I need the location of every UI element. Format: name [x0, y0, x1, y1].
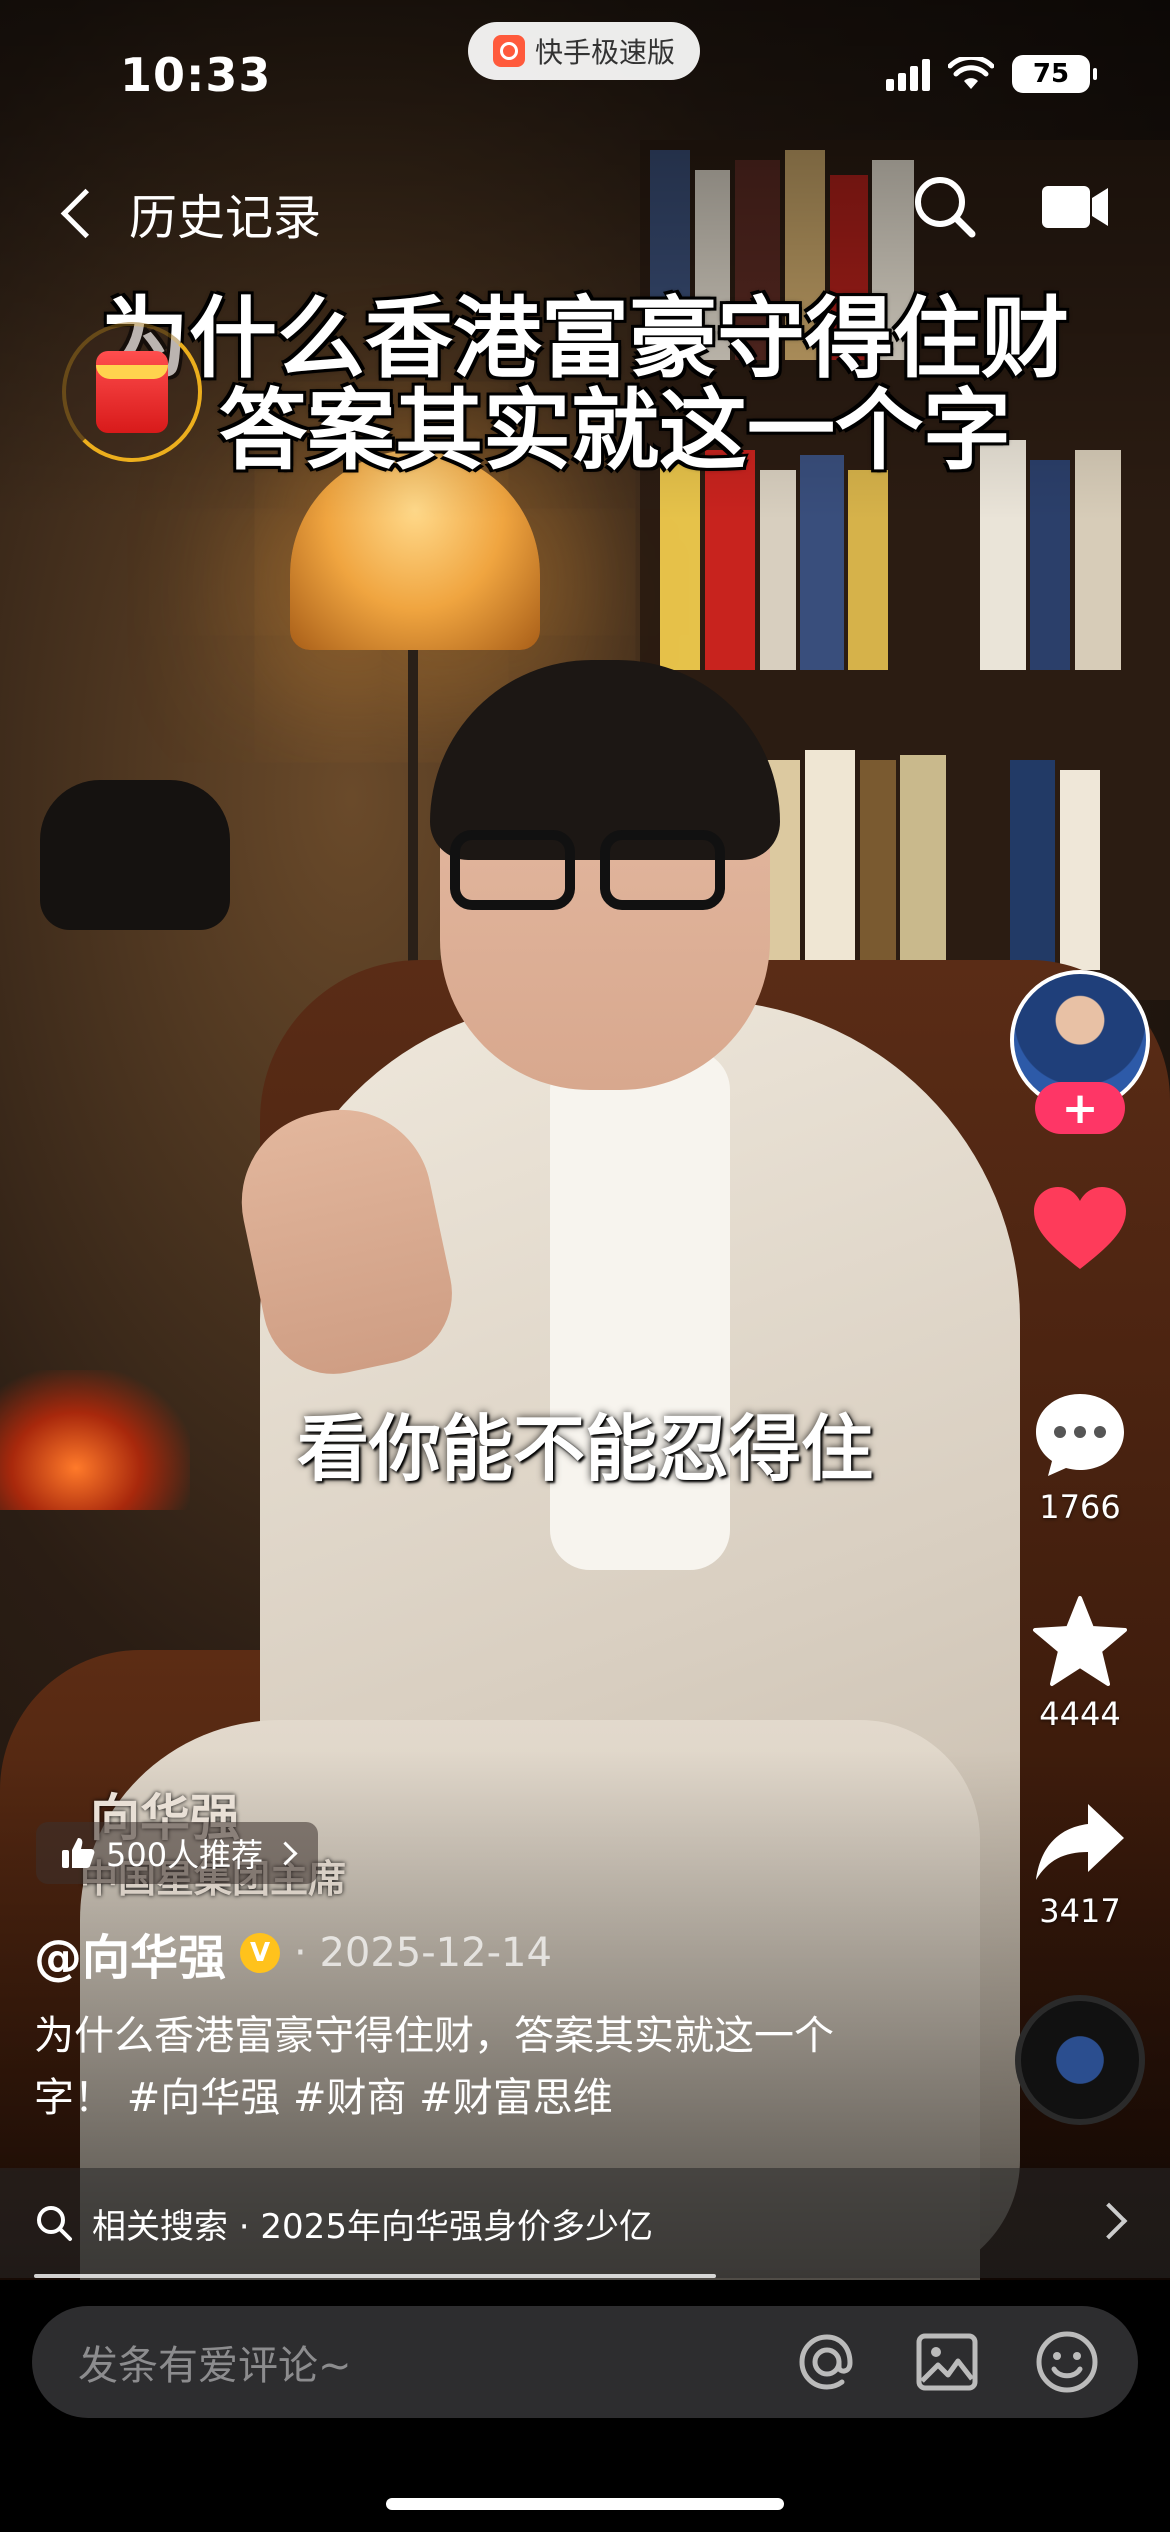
comment-button[interactable]: 1766: [1030, 1390, 1130, 1526]
recommend-label: 500人推荐: [106, 1836, 264, 1874]
chevron-right-icon: [273, 1840, 298, 1866]
verified-badge-icon: V: [240, 1933, 281, 1973]
vase: [40, 780, 230, 930]
favorite-button[interactable]: 4444: [1030, 1595, 1130, 1733]
wifi-icon: [948, 57, 994, 89]
author-row[interactable]: @向华强 V · 2025-12-14: [34, 1918, 552, 1988]
video-subtitle: 看你能不能忍得住: [296, 1407, 873, 1491]
author-name[interactable]: @向华强: [34, 1918, 226, 1988]
chevron-left-icon: [60, 188, 111, 238]
status-time: 10:33: [120, 48, 272, 102]
mention-icon[interactable]: [792, 2327, 862, 2397]
comment-placeholder: 发条有爱评论~: [78, 2343, 352, 2389]
favorite-count: 4444: [1039, 1695, 1121, 1733]
thumbs-up-icon: [62, 1838, 95, 1868]
follow-button[interactable]: +: [1035, 1082, 1125, 1134]
share-arrow-icon: [1036, 1804, 1124, 1880]
comment-bubble-icon: [1036, 1394, 1124, 1476]
emoji-icon[interactable]: [1032, 2327, 1102, 2397]
video-progress-bar[interactable]: [34, 2274, 716, 2278]
back-button[interactable]: 历史记录: [58, 178, 321, 248]
related-search-bar[interactable]: 相关搜索 · 2025年向华强身价多少亿: [0, 2168, 1170, 2278]
comment-input[interactable]: 发条有爱评论~: [32, 2306, 1138, 2418]
red-envelope-icon: [96, 351, 168, 433]
comment-count: 1766: [1039, 1488, 1121, 1526]
related-search-text: 相关搜索 · 2025年向华强身价多少亿: [92, 2206, 653, 2247]
home-indicator[interactable]: [386, 2498, 784, 2510]
video-caption[interactable]: 为什么香港富豪守得住财，答案其实就这一个字！ #向华强 #财商 #财富思维: [34, 2005, 854, 2129]
battery-icon: 75: [1012, 55, 1097, 93]
video-camera-icon[interactable]: [1040, 182, 1110, 232]
glasses: [450, 830, 730, 920]
music-disc[interactable]: [1015, 1995, 1145, 2125]
like-button[interactable]: [1030, 1185, 1130, 1271]
chevron-right-icon: [1090, 2202, 1128, 2240]
share-count: 3417: [1039, 1892, 1121, 1930]
back-title: 历史记录: [129, 190, 322, 246]
image-icon[interactable]: [912, 2327, 982, 2397]
star-icon: [1033, 1596, 1127, 1686]
share-button[interactable]: 3417: [1030, 1800, 1130, 1930]
search-icon: [37, 2206, 72, 2241]
heart-icon: [1034, 1187, 1126, 1269]
cellular-signal-icon: [886, 57, 930, 91]
kuaishou-logo-icon: [492, 35, 525, 67]
search-icon[interactable]: [910, 172, 980, 242]
publish-date: · 2025-12-14: [294, 1930, 552, 1976]
recommend-chip[interactable]: 500人推荐: [36, 1822, 319, 1884]
red-packet-timer[interactable]: [62, 322, 202, 462]
status-icons: 75: [886, 55, 1097, 93]
app-return-badge[interactable]: 快手极速版: [468, 22, 700, 80]
